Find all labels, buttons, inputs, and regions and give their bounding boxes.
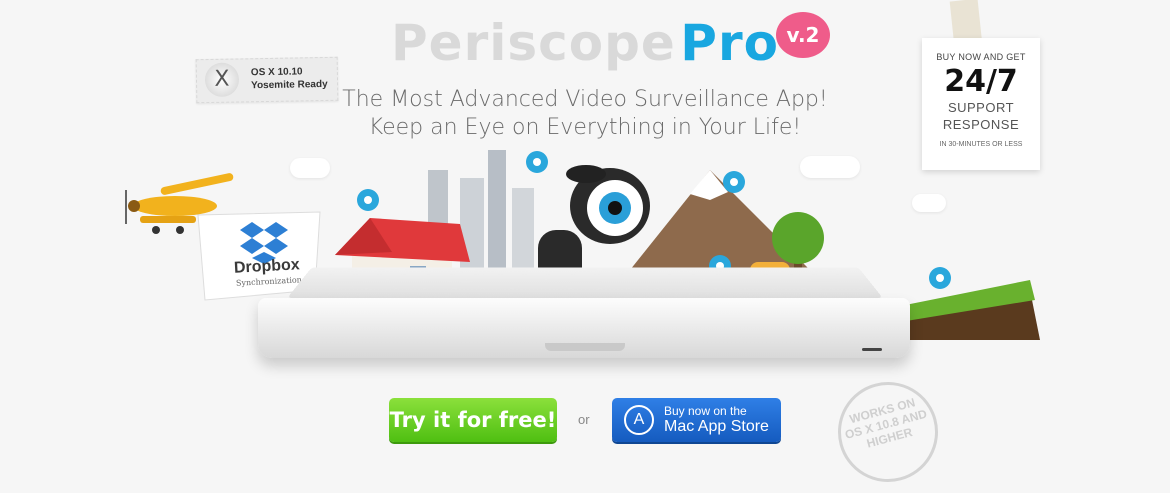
- version-badge: v.2: [776, 12, 830, 58]
- eye-marker-icon: [357, 189, 379, 211]
- title-periscope: Periscope: [391, 14, 676, 72]
- app-store-icon: A: [624, 405, 654, 435]
- mac-app-store-button[interactable]: A Buy now on the Mac App Store: [612, 398, 781, 442]
- title-pro: Pro: [680, 14, 779, 72]
- osx-version: OS X 10.10: [250, 66, 303, 79]
- compatibility-stamp: WORKS ON OS X 10.8 AND HIGHER: [826, 370, 950, 493]
- try-free-button[interactable]: Try it for free!: [389, 398, 557, 442]
- osx-yosemite-badge: X OS X 10.10 Yosemite Ready: [195, 56, 339, 104]
- laptop-notch: [545, 343, 625, 351]
- or-label: or: [578, 412, 590, 427]
- laptop-led: [862, 348, 882, 351]
- store-line-1: Buy now on the: [664, 404, 747, 418]
- eye-marker-icon: [526, 151, 548, 173]
- store-line-2: Mac App Store: [664, 418, 769, 435]
- laptop-lid: [287, 267, 883, 299]
- note-24-7: 24/7: [944, 64, 1018, 99]
- note-support: SUPPORT: [947, 100, 1015, 115]
- note-response: RESPONSE: [942, 117, 1020, 132]
- eye-marker-icon: [929, 267, 951, 289]
- note-buy-now: BUY NOW AND GET: [936, 52, 1026, 62]
- x-icon: X: [204, 62, 240, 98]
- eye-marker-icon: [723, 171, 745, 193]
- osx-ready: Yosemite Ready: [251, 78, 328, 92]
- dropbox-title: Dropbox: [233, 256, 301, 277]
